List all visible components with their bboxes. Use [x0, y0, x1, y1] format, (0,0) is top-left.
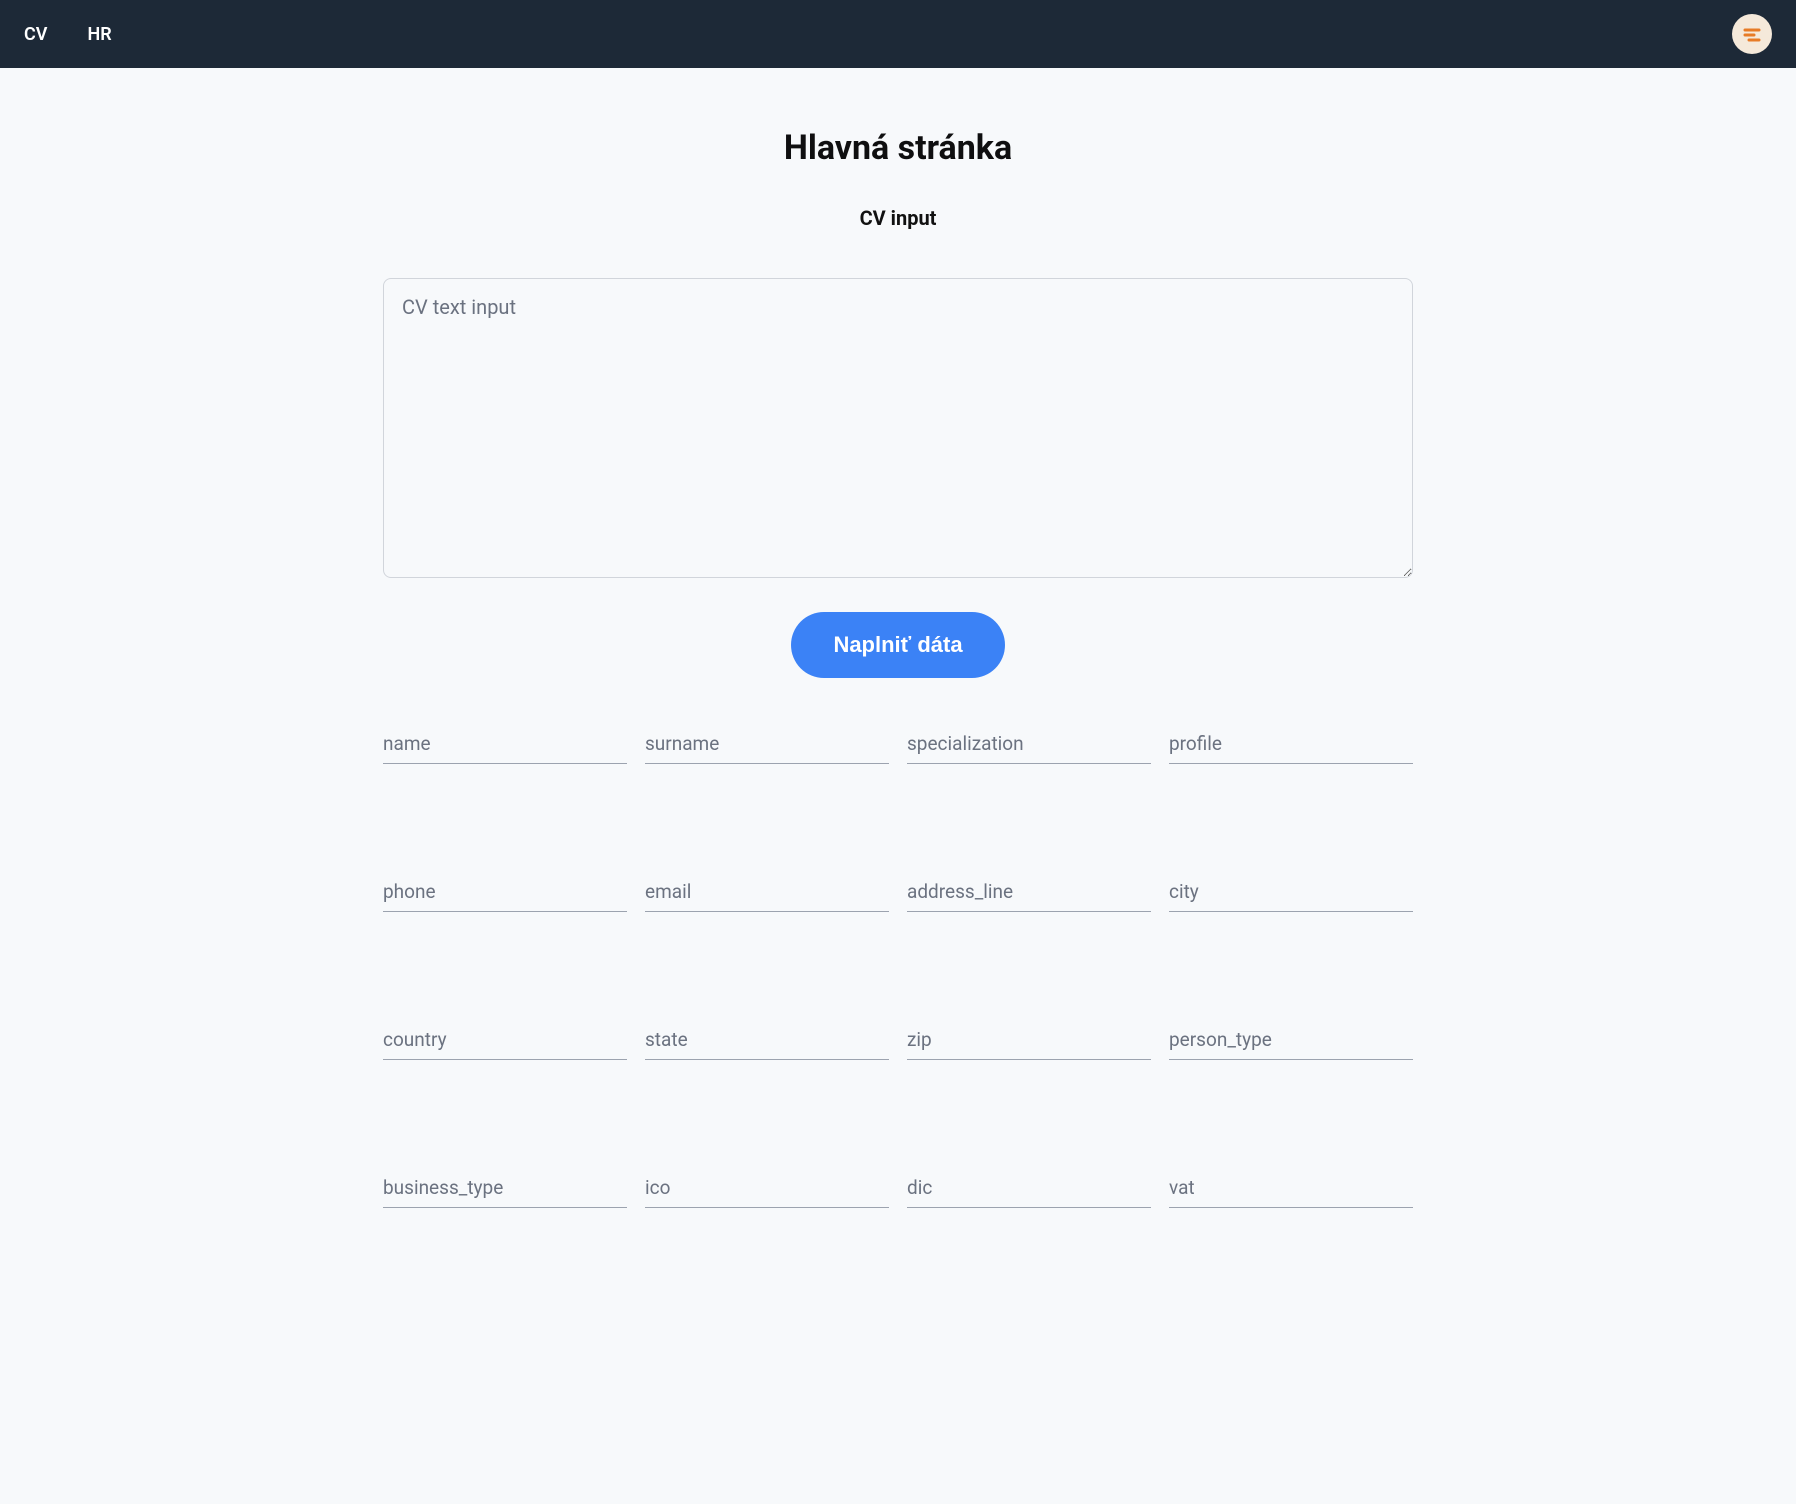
address-line-field[interactable] — [907, 874, 1151, 912]
profile-field[interactable] — [1169, 726, 1413, 764]
section-subtitle: CV input — [383, 206, 1413, 230]
fill-data-button[interactable]: Naplniť dáta — [791, 612, 1004, 678]
ico-field[interactable] — [645, 1170, 889, 1208]
specialization-field[interactable] — [907, 726, 1151, 764]
phone-field[interactable] — [383, 874, 627, 912]
email-field[interactable] — [645, 874, 889, 912]
nav-link-hr[interactable]: HR — [87, 24, 111, 45]
navbar: CV HR — [0, 0, 1796, 68]
fields-grid — [383, 726, 1413, 1208]
dic-field[interactable] — [907, 1170, 1151, 1208]
country-field[interactable] — [383, 1022, 627, 1060]
avatar[interactable] — [1732, 14, 1772, 54]
city-field[interactable] — [1169, 874, 1413, 912]
textarea-wrap — [383, 278, 1413, 582]
page-title: Hlavná stránka — [383, 128, 1413, 168]
surname-field[interactable] — [645, 726, 889, 764]
button-row: Naplniť dáta — [383, 612, 1413, 678]
vat-field[interactable] — [1169, 1170, 1413, 1208]
cv-text-input[interactable] — [383, 278, 1413, 578]
person-type-field[interactable] — [1169, 1022, 1413, 1060]
main-container: Hlavná stránka CV input Naplniť dáta — [373, 128, 1423, 1268]
zip-field[interactable] — [907, 1022, 1151, 1060]
avatar-icon — [1740, 22, 1764, 46]
name-field[interactable] — [383, 726, 627, 764]
state-field[interactable] — [645, 1022, 889, 1060]
nav-left: CV HR — [24, 24, 112, 45]
nav-link-cv[interactable]: CV — [24, 24, 47, 45]
business-type-field[interactable] — [383, 1170, 627, 1208]
